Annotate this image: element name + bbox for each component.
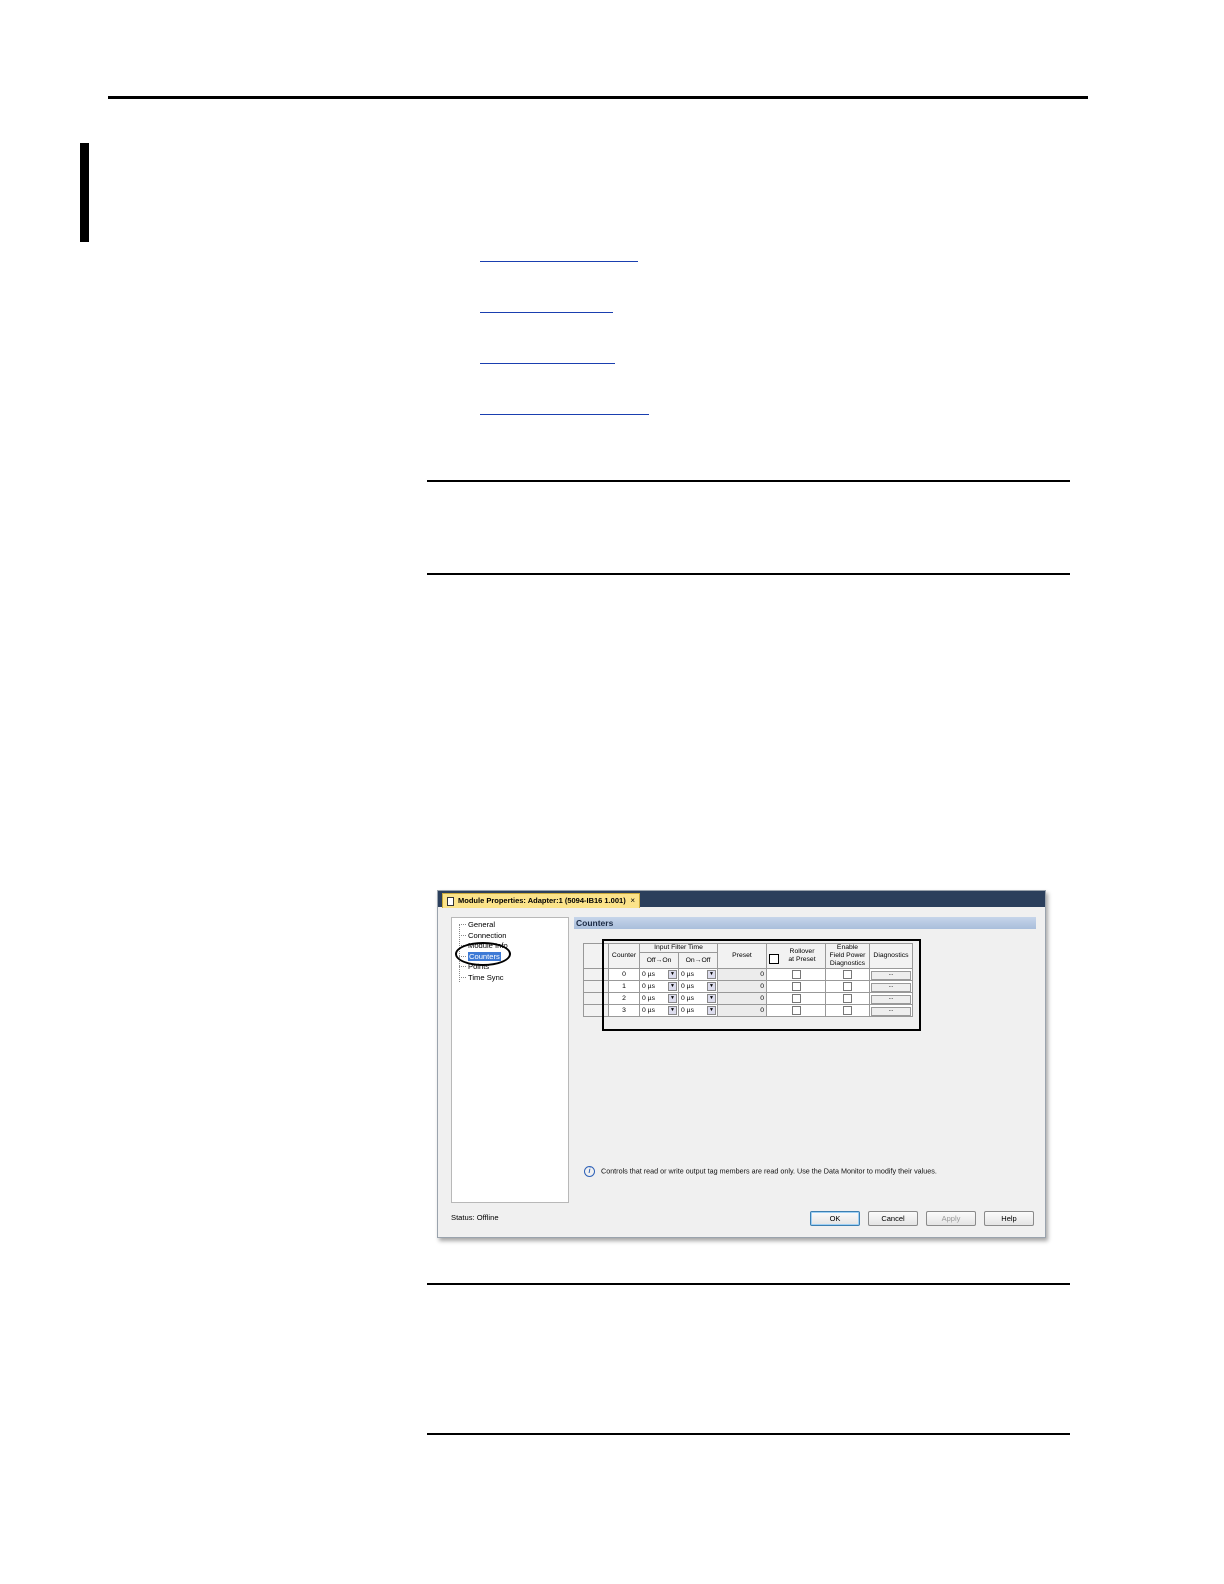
section-title: Counters <box>574 917 1036 929</box>
tree-connector <box>459 977 466 978</box>
tree-connector <box>459 966 466 967</box>
dialog-titlebar: Module Properties: Adapter:1 (5094-IB16 … <box>438 891 1045 908</box>
link-3[interactable] <box>480 363 615 364</box>
info-message: i Controls that read or write output tag … <box>584 1166 937 1177</box>
info-icon: i <box>584 1166 595 1177</box>
module-icon <box>447 896 454 906</box>
callout-oval <box>455 942 511 966</box>
dialog-title: Module Properties: Adapter:1 (5094-IB16 … <box>458 896 626 905</box>
tree-connector <box>459 935 466 936</box>
status-text: Status: Offline <box>451 1213 499 1222</box>
cancel-button[interactable]: Cancel <box>868 1211 918 1226</box>
ok-button[interactable]: OK <box>810 1211 860 1226</box>
dialog-title-tab[interactable]: Module Properties: Adapter:1 (5094-IB16 … <box>442 893 640 908</box>
link-1[interactable] <box>480 261 638 262</box>
info-text: Controls that read or write output tag m… <box>601 1166 937 1176</box>
change-bar <box>80 143 89 242</box>
tree-item-general[interactable]: General <box>468 920 495 929</box>
note-bottom-rule <box>427 573 1070 575</box>
apply-button[interactable]: Apply <box>926 1211 976 1226</box>
callout-box <box>602 939 921 1031</box>
note2-top-rule <box>427 1283 1070 1285</box>
tree-connector <box>459 924 466 925</box>
tree-item-time-sync[interactable]: Time Sync <box>468 973 504 982</box>
note-top-rule <box>427 480 1070 482</box>
link-4[interactable] <box>480 414 649 415</box>
note2-bottom-rule <box>427 1433 1070 1435</box>
header-rule <box>108 96 1088 99</box>
close-icon[interactable]: × <box>630 894 635 908</box>
tree-item-connection[interactable]: Connection <box>468 931 506 940</box>
module-properties-dialog: Module Properties: Adapter:1 (5094-IB16 … <box>437 890 1046 1238</box>
link-2[interactable] <box>480 312 613 313</box>
help-button[interactable]: Help <box>984 1211 1034 1226</box>
